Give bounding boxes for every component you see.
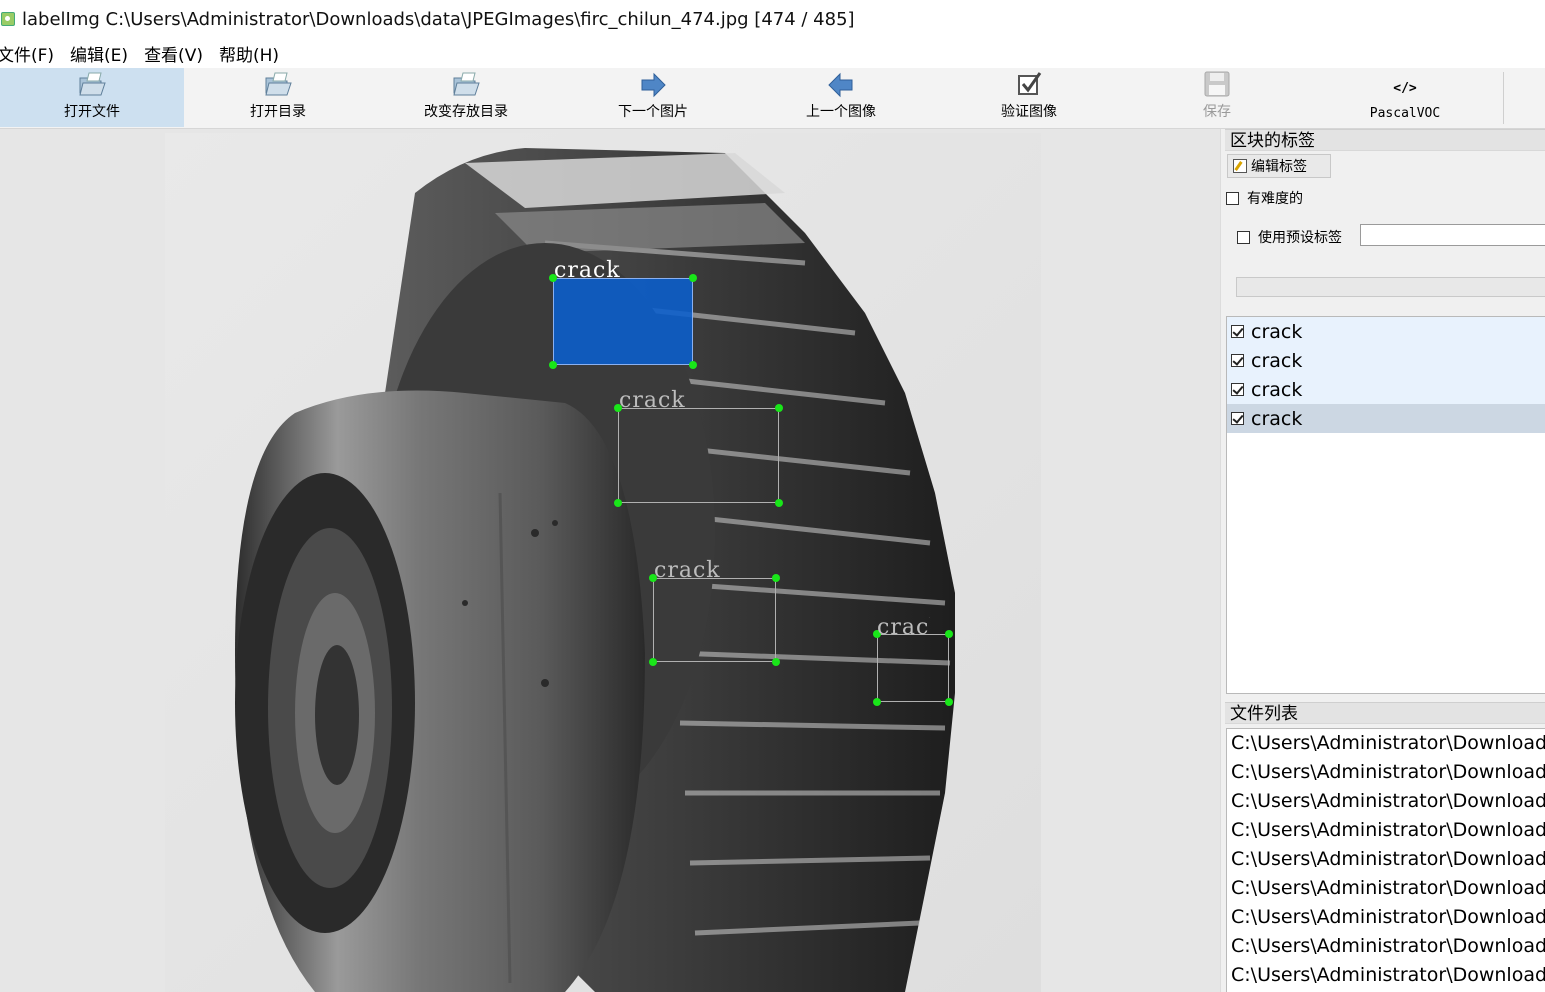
label-list[interactable]: crack crack crack crack <box>1226 316 1545 694</box>
bounding-box[interactable] <box>649 574 780 666</box>
label-text: crack <box>1251 349 1303 372</box>
file-list-item[interactable]: C:\Users\Administrator\Downloads <box>1227 874 1545 903</box>
label-list-item[interactable]: crack <box>1227 346 1545 375</box>
open-file-button[interactable]: 打开文件 <box>0 68 184 127</box>
folder-open-icon <box>453 72 480 96</box>
change-save-dir-button[interactable]: 改变存放目录 <box>374 68 558 127</box>
difficult-label: 有难度的 <box>1247 191 1303 207</box>
toolbar: 打开文件 打开目录 改变存放目录 下一个图片 上一个图像 验证图像 保存 </>… <box>0 68 1545 129</box>
bounding-box-label: crack <box>877 617 930 639</box>
difficult-checkbox[interactable] <box>1226 191 1239 205</box>
folder-open-icon <box>265 72 292 96</box>
save-button[interactable]: 保存 <box>1125 68 1309 127</box>
change-save-dir-label: 改变存放目录 <box>424 104 508 120</box>
labelimg-app-icon <box>1 12 15 26</box>
label-list-item[interactable]: crack <box>1227 375 1545 404</box>
bounding-box[interactable] <box>873 630 953 706</box>
use-default-label-text: 使用预设标签 <box>1258 230 1342 246</box>
file-list-item[interactable]: C:\Users\Administrator\Downloads <box>1227 932 1545 961</box>
file-list-item[interactable]: C:\Users\Administrator\Downloads <box>1227 903 1545 932</box>
file-list-item[interactable]: C:\Users\Administrator\Downloads <box>1227 787 1545 816</box>
menu-file[interactable]: 文件(F) <box>0 41 62 66</box>
label-list-item-selected[interactable]: crack <box>1227 404 1545 433</box>
code-format-icon: </> <box>1393 81 1417 96</box>
verify-image-label: 验证图像 <box>1001 104 1057 120</box>
window-title: labelImg C:\Users\Administrator\Download… <box>22 8 855 30</box>
open-dir-label: 打开目录 <box>250 104 306 120</box>
pencil-icon <box>1233 159 1247 173</box>
label-list-item[interactable]: crack <box>1227 317 1545 346</box>
title-bar: labelImg C:\Users\Administrator\Download… <box>0 0 1545 38</box>
label-text: crack <box>1251 320 1303 343</box>
resize-handle[interactable] <box>775 499 783 507</box>
prev-image-button[interactable]: 上一个图像 <box>749 68 933 127</box>
floppy-disk-icon <box>1204 71 1230 97</box>
box-labels-dock-title: 区块的标签 <box>1225 129 1545 151</box>
resize-handle[interactable] <box>772 658 780 666</box>
edit-label-text: 编辑标签 <box>1251 159 1307 175</box>
folder-open-icon <box>79 72 106 96</box>
open-file-label: 打开文件 <box>64 104 120 120</box>
image-canvas[interactable]: crack crack crack crack <box>0 129 1220 992</box>
label-visibility-checkbox[interactable] <box>1231 325 1244 338</box>
bounding-box-label: crack <box>554 258 621 283</box>
label-text: crack <box>1251 407 1303 430</box>
toolbar-separator <box>1503 72 1504 124</box>
verify-image-button[interactable]: 验证图像 <box>937 68 1121 127</box>
labelimg-window: labelImg C:\Users\Administrator\Download… <box>0 0 1545 992</box>
resize-handle[interactable] <box>614 499 622 507</box>
label-visibility-checkbox[interactable] <box>1231 383 1244 396</box>
resize-handle[interactable] <box>873 698 881 706</box>
file-list-item[interactable]: C:\Users\Administrator\Downloads <box>1227 845 1545 874</box>
prev-image-label: 上一个图像 <box>806 104 876 120</box>
arrow-right-icon <box>641 72 666 98</box>
menu-view[interactable]: 查看(V) <box>136 41 211 66</box>
resize-handle[interactable] <box>772 574 780 582</box>
edit-label-button[interactable]: 编辑标签 <box>1227 154 1331 178</box>
resize-handle[interactable] <box>775 404 783 412</box>
label-visibility-checkbox[interactable] <box>1231 412 1244 425</box>
file-list-item[interactable]: C:\Users\Administrator\Downloads <box>1227 816 1545 845</box>
menu-help[interactable]: 帮助(H) <box>211 41 287 66</box>
default-label-row: 使用预设标签 <box>1237 227 1342 247</box>
menu-edit[interactable]: 编辑(E) <box>62 41 136 66</box>
checkbox-verify-icon <box>1018 72 1042 95</box>
arrow-left-icon <box>828 72 853 98</box>
bounding-box-label: crack <box>654 558 721 583</box>
resize-handle[interactable] <box>945 630 953 638</box>
resize-handle[interactable] <box>689 361 697 369</box>
bounding-box-selected[interactable] <box>549 274 697 369</box>
file-list[interactable]: C:\Users\Administrator\Downloads C:\User… <box>1226 728 1545 992</box>
open-dir-button[interactable]: 打开目录 <box>186 68 370 127</box>
right-dock: 区块的标签 编辑标签 有难度的 使用预设标签 crack crack crack… <box>1225 129 1545 992</box>
next-image-label: 下一个图片 <box>618 104 688 120</box>
file-list-item[interactable]: C:\Users\Administrator\Downloads <box>1227 758 1545 787</box>
use-default-label-checkbox[interactable] <box>1237 230 1250 244</box>
resize-handle[interactable] <box>549 361 557 369</box>
save-label: 保存 <box>1203 104 1231 120</box>
bounding-box[interactable] <box>614 404 783 507</box>
label-text: crack <box>1251 378 1303 401</box>
resize-handle[interactable] <box>649 658 657 666</box>
menu-bar: 文件(F) 编辑(E) 查看(V) 帮助(H) <box>0 38 1545 68</box>
file-list-item[interactable]: C:\Users\Administrator\Downloads <box>1227 729 1545 758</box>
file-list-item[interactable]: C:\Users\Administrator\Downloads <box>1227 961 1545 990</box>
format-toggle-button[interactable]: </> PascalVOC <box>1313 68 1497 127</box>
label-filter-combo[interactable] <box>1236 277 1545 297</box>
file-list-dock-title: 文件列表 <box>1225 702 1545 724</box>
resize-handle[interactable] <box>945 698 953 706</box>
bounding-box-label: crack <box>619 388 686 413</box>
default-label-input[interactable] <box>1360 224 1545 246</box>
label-visibility-checkbox[interactable] <box>1231 354 1244 367</box>
resize-handle[interactable] <box>689 274 697 282</box>
format-label: PascalVOC <box>1369 106 1441 121</box>
difficult-row: 有难度的 <box>1226 188 1303 208</box>
next-image-button[interactable]: 下一个图片 <box>561 68 745 127</box>
